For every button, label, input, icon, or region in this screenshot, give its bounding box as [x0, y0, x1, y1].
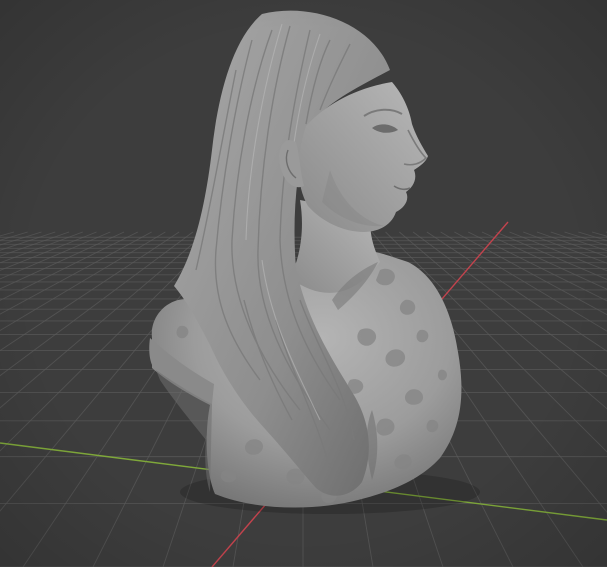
viewport-vignette: [0, 0, 607, 567]
3d-viewport[interactable]: [0, 0, 607, 567]
viewport-scene[interactable]: [0, 0, 607, 567]
